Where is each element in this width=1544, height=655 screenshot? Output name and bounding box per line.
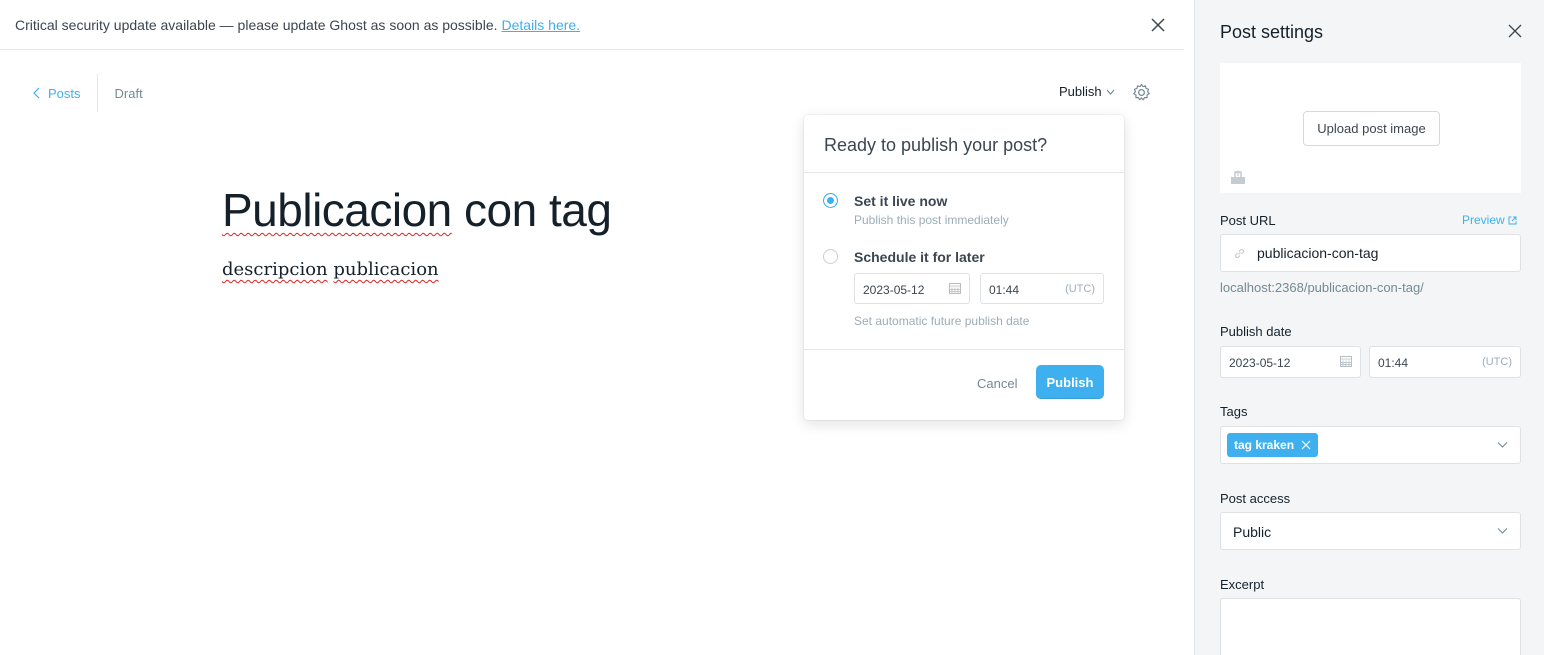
upload-post-image-button[interactable]: Upload post image [1303, 111, 1440, 146]
cancel-button[interactable]: Cancel [977, 376, 1017, 391]
posts-label: Posts [48, 85, 81, 101]
option-set-live-now-title[interactable]: Set it live now [854, 193, 947, 209]
editor-area: Critical security update available — ple… [0, 0, 1194, 655]
tags-label: Tags [1220, 404, 1248, 419]
publish-popover: Ready to publish your post? Set it live … [804, 115, 1124, 420]
calendar-icon [1340, 356, 1352, 367]
close-icon[interactable] [1507, 23, 1523, 39]
post-settings-panel: Post settings Upload post image Post URL… [1194, 0, 1544, 655]
post-image-uploader: Upload post image [1220, 63, 1521, 193]
post-body-word: publicacion [333, 259, 439, 280]
banner-details-link[interactable]: Details here. [502, 17, 581, 33]
popover-heading: Ready to publish your post? [824, 135, 1048, 155]
schedule-date-value: 2023-05-12 [863, 283, 925, 297]
option-schedule-title[interactable]: Schedule it for later [854, 249, 985, 265]
post-access-label: Post access [1220, 491, 1291, 506]
post-url-label: Post URL [1220, 213, 1276, 228]
schedule-time-value: 01:44 [989, 283, 1020, 297]
preview-label: Preview [1462, 213, 1505, 227]
post-url-slug: publicacion-con-tag [1257, 245, 1379, 261]
publish-menu-label: Publish [1059, 84, 1102, 99]
chevron-down-icon [1106, 89, 1115, 95]
divider [804, 349, 1124, 350]
radio-schedule-later[interactable] [823, 249, 838, 264]
tags-input[interactable]: tag kraken [1220, 426, 1521, 464]
post-access-value: Public [1233, 524, 1272, 540]
post-status: Draft [114, 85, 143, 101]
post-body[interactable]: descripcion publicacion [222, 259, 439, 280]
back-to-posts-link[interactable]: Posts [33, 74, 98, 112]
external-link-icon [1508, 216, 1517, 224]
timezone-label: (UTC) [1065, 283, 1095, 295]
panel-title: Post settings [1220, 22, 1324, 42]
post-title[interactable]: Publicacion con tag [222, 180, 612, 240]
chevron-down-icon [1497, 528, 1508, 534]
tag-chip[interactable]: tag kraken [1227, 433, 1319, 457]
excerpt-textarea[interactable] [1220, 598, 1521, 655]
excerpt-label: Excerpt [1220, 577, 1265, 592]
link-icon [1234, 248, 1245, 259]
post-body-word: descripcion [222, 259, 328, 280]
timezone-label: (UTC) [1482, 356, 1512, 368]
banner-message: Critical security update available — ple… [15, 16, 498, 33]
post-access-select[interactable]: Public [1220, 512, 1521, 550]
post-url-input[interactable]: publicacion-con-tag [1220, 234, 1521, 272]
divider [804, 172, 1124, 173]
publish-menu-trigger[interactable]: Publish [1059, 84, 1115, 99]
close-icon[interactable] [1148, 15, 1168, 35]
publish-date-label: Publish date [1220, 324, 1292, 339]
option-set-live-now-desc: Publish this post immediately [854, 213, 1009, 227]
chevron-down-icon[interactable] [1497, 441, 1508, 449]
calendar-icon [949, 283, 961, 294]
editor-breadcrumb: Posts Draft [33, 74, 143, 112]
tag-chip-label: tag kraken [1234, 438, 1295, 452]
security-banner: Critical security update available — ple… [0, 0, 1184, 50]
chevron-left-icon [33, 87, 40, 99]
publish-time-input[interactable]: 01:44 (UTC) [1369, 346, 1521, 378]
publish-date-input[interactable]: 2023-05-12 [1220, 346, 1361, 378]
radio-set-live-now[interactable] [823, 193, 838, 208]
publish-button[interactable]: Publish [1036, 365, 1104, 399]
post-title-rest: con tag [451, 184, 612, 236]
gear-icon[interactable] [1132, 83, 1151, 102]
post-full-url: localhost:2368/publicacion-con-tag/ [1220, 280, 1424, 295]
schedule-time-input[interactable]: 01:44 (UTC) [980, 273, 1104, 304]
tag-remove-icon[interactable] [1301, 440, 1311, 450]
post-title-word: Publicacion [222, 184, 452, 236]
preview-link[interactable]: Preview [1462, 213, 1517, 227]
image-icon[interactable] [1230, 170, 1246, 185]
schedule-date-input[interactable]: 2023-05-12 [854, 273, 970, 304]
schedule-hint: Set automatic future publish date [854, 314, 1030, 328]
publish-time-value: 01:44 [1378, 356, 1409, 370]
publish-date-value: 2023-05-12 [1229, 356, 1291, 370]
